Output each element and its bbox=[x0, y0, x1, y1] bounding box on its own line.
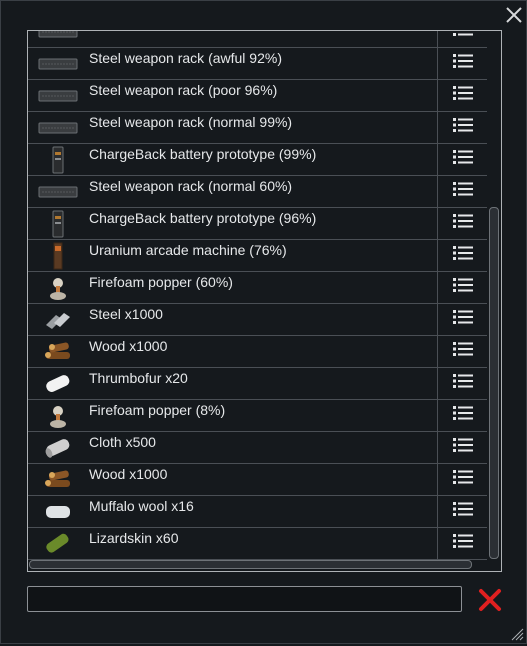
row-menu-button[interactable] bbox=[437, 528, 487, 559]
battery-icon bbox=[38, 146, 78, 174]
list-item[interactable]: Steel weapon rack (normal 99%) bbox=[28, 112, 487, 144]
row-menu-button[interactable] bbox=[437, 48, 487, 79]
list-item[interactable]: Muffalo wool x16 bbox=[28, 496, 487, 528]
item-label: Firefoam popper (60%) bbox=[89, 274, 233, 290]
list-menu-icon bbox=[452, 405, 473, 426]
list-menu-icon bbox=[452, 373, 473, 394]
list-item[interactable]: ChargeBack battery prototype (96%) bbox=[28, 208, 487, 240]
list-item[interactable]: Cloth x500 bbox=[28, 432, 487, 464]
row-menu-button[interactable] bbox=[437, 208, 487, 239]
arcade-machine-icon bbox=[38, 242, 78, 270]
thrumbofur-icon bbox=[38, 370, 78, 398]
steel-weapon-rack-icon bbox=[38, 114, 78, 142]
steel-weapon-rack-icon bbox=[38, 178, 78, 206]
vertical-scrollbar[interactable] bbox=[487, 31, 501, 571]
item-label: ChargeBack battery prototype (96%) bbox=[89, 210, 317, 226]
list-menu-icon bbox=[452, 181, 473, 202]
row-menu-button[interactable] bbox=[437, 368, 487, 399]
clear-x-icon bbox=[479, 589, 501, 611]
clear-search-button[interactable] bbox=[477, 587, 503, 613]
list-item[interactable]: Steel x1000 bbox=[28, 304, 487, 336]
list-menu-icon bbox=[452, 149, 473, 170]
steel-icon bbox=[38, 306, 78, 334]
steel-weapon-rack-icon bbox=[38, 50, 78, 78]
row-menu-button[interactable] bbox=[437, 336, 487, 367]
muffalo-wool-icon bbox=[38, 498, 78, 526]
wood-icon bbox=[38, 338, 78, 366]
row-menu-button[interactable] bbox=[437, 464, 487, 495]
list-item[interactable]: Uranium arcade machine (76%) bbox=[28, 240, 487, 272]
firefoam-popper-icon bbox=[38, 402, 78, 430]
item-label: Uranium arcade machine (76%) bbox=[89, 242, 287, 258]
item-label: Steel weapon rack (normal 99%) bbox=[89, 114, 293, 130]
resize-grip-icon bbox=[511, 628, 524, 641]
list-item[interactable]: ChargeBack battery prototype (99%) bbox=[28, 144, 487, 176]
row-menu-button[interactable] bbox=[437, 176, 487, 207]
list-item[interactable]: Wood x1000 bbox=[28, 464, 487, 496]
item-label: Muffalo wool x16 bbox=[89, 498, 194, 514]
list-item[interactable]: Steel weapon rack (awful 92%) bbox=[28, 48, 487, 80]
list-menu-icon bbox=[452, 31, 473, 42]
row-menu-button[interactable] bbox=[437, 31, 487, 47]
lizardskin-icon bbox=[38, 530, 78, 558]
item-label: Cloth x500 bbox=[89, 434, 156, 450]
item-label: ChargeBack battery prototype (99%) bbox=[89, 146, 317, 162]
list-menu-icon bbox=[452, 245, 473, 266]
row-menu-button[interactable] bbox=[437, 272, 487, 303]
resize-handle[interactable] bbox=[508, 625, 524, 641]
row-menu-button[interactable] bbox=[437, 144, 487, 175]
list-menu-icon bbox=[452, 277, 473, 298]
row-menu-button[interactable] bbox=[437, 112, 487, 143]
list-menu-icon bbox=[452, 117, 473, 138]
list-item[interactable] bbox=[28, 31, 487, 48]
item-label: Wood x1000 bbox=[89, 466, 168, 482]
list-item[interactable]: Firefoam popper (60%) bbox=[28, 272, 487, 304]
row-menu-button[interactable] bbox=[437, 400, 487, 431]
vertical-scroll-thumb[interactable] bbox=[489, 207, 499, 559]
item-label: Firefoam popper (8%) bbox=[89, 402, 226, 418]
list-menu-icon bbox=[452, 469, 473, 490]
list-menu-icon bbox=[452, 309, 473, 330]
wood-icon bbox=[38, 466, 78, 494]
list-menu-icon bbox=[452, 85, 473, 106]
battery-icon bbox=[38, 210, 78, 238]
row-menu-button[interactable] bbox=[437, 432, 487, 463]
item-label: Wood x1000 bbox=[89, 338, 168, 354]
list-item[interactable]: Steel weapon rack (normal 60%) bbox=[28, 176, 487, 208]
list-item[interactable]: Lizardskin x60 bbox=[28, 528, 487, 560]
item-label: Steel x1000 bbox=[89, 306, 163, 322]
list-menu-icon bbox=[452, 213, 473, 234]
list-menu-icon bbox=[452, 533, 473, 554]
steel-weapon-rack-icon bbox=[38, 82, 78, 110]
item-list-panel: Steel weapon rack (awful 92%) Steel weapo… bbox=[27, 30, 502, 572]
list-menu-icon bbox=[452, 437, 473, 458]
close-button[interactable] bbox=[504, 5, 524, 25]
list-menu-icon bbox=[452, 53, 473, 74]
close-icon bbox=[506, 7, 522, 23]
item-list: Steel weapon rack (awful 92%) Steel weapo… bbox=[28, 31, 487, 560]
row-menu-button[interactable] bbox=[437, 240, 487, 271]
item-label: Lizardskin x60 bbox=[89, 530, 179, 546]
steel-weapon-rack-icon bbox=[38, 31, 78, 46]
item-label: Steel weapon rack (awful 92%) bbox=[89, 50, 282, 66]
list-menu-icon bbox=[452, 341, 473, 362]
item-label: Steel weapon rack (poor 96%) bbox=[89, 82, 278, 98]
search-input[interactable] bbox=[27, 586, 462, 612]
list-item[interactable]: Thrumbofur x20 bbox=[28, 368, 487, 400]
row-menu-button[interactable] bbox=[437, 304, 487, 335]
row-menu-button[interactable] bbox=[437, 80, 487, 111]
list-item[interactable]: Firefoam popper (8%) bbox=[28, 400, 487, 432]
list-menu-icon bbox=[452, 501, 473, 522]
row-menu-button[interactable] bbox=[437, 496, 487, 527]
horizontal-scroll-thumb[interactable] bbox=[29, 560, 472, 569]
list-item[interactable]: Wood x1000 bbox=[28, 336, 487, 368]
cloth-icon bbox=[38, 434, 78, 462]
firefoam-popper-icon bbox=[38, 274, 78, 302]
item-list-dialog: Steel weapon rack (awful 92%) Steel weapo… bbox=[0, 0, 527, 644]
list-item[interactable]: Steel weapon rack (poor 96%) bbox=[28, 80, 487, 112]
item-label: Thrumbofur x20 bbox=[89, 370, 188, 386]
item-label: Steel weapon rack (normal 60%) bbox=[89, 178, 293, 194]
